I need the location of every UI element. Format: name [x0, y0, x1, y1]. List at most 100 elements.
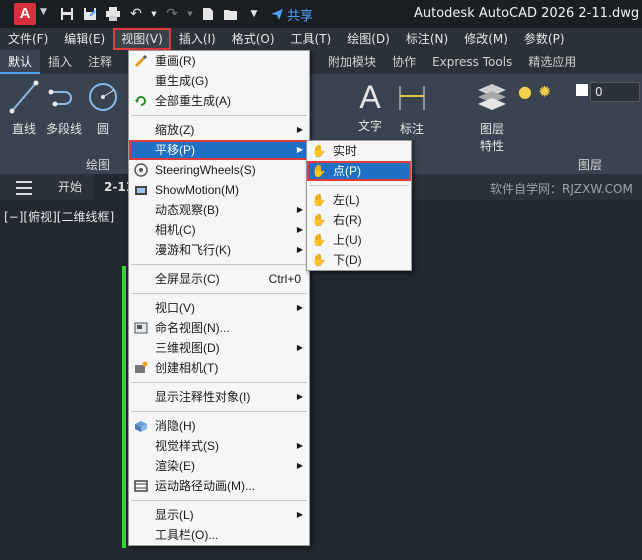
- view-menu-item[interactable]: 三维视图(D) ▶: [129, 338, 309, 358]
- menubar-item[interactable]: 标注(N): [398, 28, 456, 50]
- redo-dropdown-icon[interactable]: ▼: [186, 5, 194, 23]
- view-dropdown-menu: 重画(R) 重生成(G) 全部重生成(A) 缩放(Z) ▶ 平移(P) ▶ SteeringW…: [128, 50, 310, 546]
- menu-separator: [131, 382, 307, 383]
- hamburger-menu-icon[interactable]: [16, 181, 32, 199]
- tab-start[interactable]: 开始: [48, 174, 92, 200]
- view-menu-item[interactable]: 相机(C) ▶: [129, 220, 309, 240]
- ribbon-tab[interactable]: 默认: [0, 50, 41, 74]
- pan-submenu: ✋ 实时 ✋ 点(P) ✋ 左(L) ✋ 右(R) ✋ 上(U) ✋ 下(D): [306, 140, 412, 271]
- ribbon-tab[interactable]: 协作: [384, 50, 424, 74]
- undo-icon[interactable]: ↶: [127, 5, 145, 23]
- undo-dropdown-icon[interactable]: ▼: [150, 5, 158, 23]
- pan-menu-item[interactable]: ✋ 上(U): [307, 230, 411, 250]
- view-menu-item-label: 视口(V): [155, 301, 195, 315]
- view-menu-item[interactable]: 消隐(H): [129, 416, 309, 436]
- ribbon-tab[interactable]: 插入: [40, 50, 80, 74]
- view-menu-item[interactable]: 动态观察(B) ▶: [129, 200, 309, 220]
- menubar-item[interactable]: 参数(P): [516, 28, 573, 50]
- view-menu-item-label: 相机(C): [155, 223, 196, 237]
- menubar-item[interactable]: 编辑(E): [56, 28, 113, 50]
- redo-icon[interactable]: ↷: [163, 5, 181, 23]
- menubar-item[interactable]: 格式(O): [224, 28, 283, 50]
- save-icon[interactable]: [58, 5, 76, 23]
- menubar-item[interactable]: 插入(I): [171, 28, 224, 50]
- view-menu-item[interactable]: 重生成(G): [129, 71, 309, 91]
- view-menu-item[interactable]: 创建相机(T): [129, 358, 309, 378]
- view-menu-item[interactable]: 平移(P) ▶: [129, 140, 309, 160]
- viewport-controls-label[interactable]: [−][俯视][二维线框]: [4, 208, 114, 225]
- open-icon[interactable]: [222, 5, 240, 23]
- menubar-item[interactable]: 文件(F): [0, 28, 56, 50]
- view-menu-item-label: 全部重生成(A): [155, 94, 231, 108]
- polyline-icon: [48, 89, 72, 107]
- view-menu-item[interactable]: 显示(L) ▶: [129, 505, 309, 525]
- layer-properties-label-1: 图层: [479, 122, 504, 136]
- draw-panel-title[interactable]: 绘图: [86, 156, 110, 173]
- save-as-icon[interactable]: [81, 5, 99, 23]
- menubar-item[interactable]: 工具(T): [283, 28, 340, 50]
- view-menu-item[interactable]: 缩放(Z) ▶: [129, 120, 309, 140]
- menu-separator: [131, 115, 307, 116]
- view-menu-item[interactable]: 全部重生成(A): [129, 91, 309, 111]
- menubar-item[interactable]: 视图(V): [113, 28, 171, 50]
- view-menu-item[interactable]: SteeringWheels(S): [129, 160, 309, 180]
- view-menu-item-label: 平移(P): [155, 143, 195, 157]
- view-menu-item[interactable]: 显示注释性对象(I) ▶: [129, 387, 309, 407]
- pan-menu-item-label: 实时: [333, 144, 358, 158]
- pan-menu-item[interactable]: ✋ 右(R): [307, 210, 411, 230]
- view-menu-item[interactable]: 全屏显示(C) Ctrl+0: [129, 269, 309, 289]
- ribbon-tab[interactable]: 注释: [80, 50, 120, 74]
- pan-menu-item[interactable]: ✋ 左(L): [307, 190, 411, 210]
- view-menu-item[interactable]: 命名视图(N)...: [129, 318, 309, 338]
- new-icon[interactable]: [199, 5, 217, 23]
- layer-dropdown[interactable]: 0: [590, 82, 640, 102]
- view-menu-item-label: 漫游和飞行(K): [155, 243, 231, 257]
- menubar-item[interactable]: 绘图(D): [339, 28, 398, 50]
- circle-tool-button[interactable]: 圆: [86, 80, 120, 137]
- ribbon-tab[interactable]: Express Tools: [424, 50, 520, 74]
- line-tool-button[interactable]: 直线: [8, 80, 40, 137]
- pan-menu-item[interactable]: ✋ 点(P): [307, 161, 411, 181]
- view-menu-item-label: 消隐(H): [155, 419, 196, 433]
- customize-icon[interactable]: ▼: [245, 5, 263, 23]
- quick-access-toolbar: ↶ ▼ ↷ ▼ ▼: [58, 4, 263, 24]
- view-menu-item-label: 重生成(G): [155, 74, 209, 88]
- view-menu-item-label: 创建相机(T): [155, 361, 219, 375]
- print-icon[interactable]: [104, 5, 122, 23]
- view-menu-item-label: 动态观察(B): [155, 203, 219, 217]
- ribbon-tab[interactable]: 附加模块: [320, 50, 384, 74]
- autocad-logo-icon[interactable]: A: [14, 3, 36, 25]
- ribbon-tab[interactable]: 精选应用: [520, 50, 584, 74]
- share-label: 共享: [287, 9, 314, 24]
- view-menu-item[interactable]: 视口(V) ▶: [129, 298, 309, 318]
- dimension-tool-button[interactable]: 标注: [394, 80, 430, 137]
- dimension-tool-label: 标注: [399, 122, 424, 136]
- view-menu-item[interactable]: 工具栏(O)...: [129, 525, 309, 545]
- view-menu-item[interactable]: 运动路径动画(M)...: [129, 476, 309, 496]
- text-tool-button[interactable]: A 文字: [352, 80, 388, 134]
- submenu-arrow-icon: ▶: [296, 225, 303, 234]
- view-menu-item[interactable]: ShowMotion(M): [129, 180, 309, 200]
- create-camera-icon: [133, 360, 149, 376]
- pan-menu-item[interactable]: ✋ 下(D): [307, 250, 411, 270]
- menubar-item[interactable]: 修改(M): [456, 28, 516, 50]
- layer-properties-button[interactable]: 图层 特性: [472, 80, 512, 154]
- app-menu-caret-icon[interactable]: ▼: [40, 7, 47, 17]
- view-menu-item-label: SteeringWheels(S): [155, 163, 256, 177]
- window-title: Autodesk AutoCAD 2026 2-11.dwg: [414, 6, 640, 21]
- polyline-tool-button[interactable]: 多段线: [44, 80, 84, 137]
- line-tool-label: 直线: [11, 122, 36, 136]
- view-menu-item-label: 运动路径动画(M)...: [155, 479, 255, 493]
- dimension-icon: [399, 86, 425, 110]
- view-menu-item[interactable]: 漫游和飞行(K) ▶: [129, 240, 309, 260]
- layer-color-swatch-icon[interactable]: [576, 84, 588, 96]
- share-button[interactable]: 共享: [270, 5, 313, 24]
- pan-menu-item[interactable]: ✋ 实时: [307, 141, 411, 161]
- submenu-arrow-icon: ▶: [296, 510, 303, 519]
- layers-panel-title[interactable]: 图层: [578, 156, 602, 173]
- view-menu-item[interactable]: 重画(R): [129, 51, 309, 71]
- view-menu-item[interactable]: 视觉样式(S) ▶: [129, 436, 309, 456]
- sun-icon[interactable]: ✹: [538, 82, 551, 101]
- view-menu-item[interactable]: 渲染(E) ▶: [129, 456, 309, 476]
- light-bulb-icon[interactable]: ●: [518, 82, 532, 101]
